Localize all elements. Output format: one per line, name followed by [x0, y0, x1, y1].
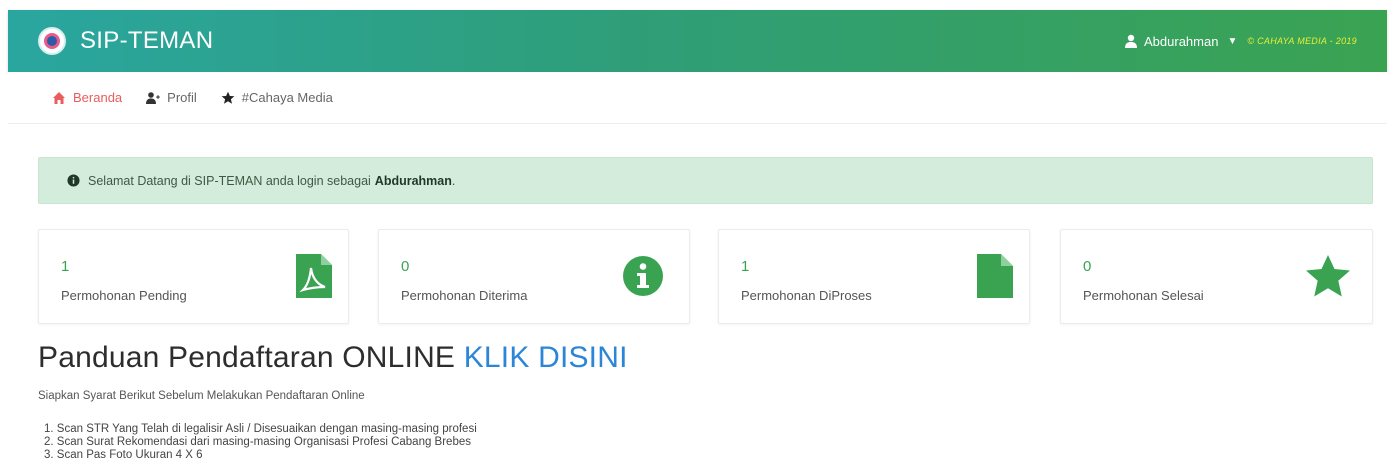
star-icon — [1306, 255, 1350, 297]
stat-count: 0 — [401, 258, 410, 275]
requirements-list: 1. Scan STR Yang Telah di legalisir Asli… — [44, 423, 477, 462]
app-logo-icon[interactable] — [38, 27, 66, 55]
star-icon — [221, 91, 235, 104]
alert-user: Abdurahman — [374, 173, 452, 188]
stat-label: Permohonan Diterima — [401, 288, 528, 303]
guide-heading: Panduan Pendaftaran ONLINE KLIK DISINI — [38, 341, 628, 375]
user-menu[interactable]: Abdurahman ▼ © CAHAYA MEDIA - 2019 — [1124, 34, 1357, 49]
stat-card-pending[interactable]: 1 Permohonan Pending — [38, 229, 349, 324]
copyright-text: © CAHAYA MEDIA - 2019 — [1247, 36, 1357, 46]
stat-count: 1 — [61, 258, 70, 275]
guide-subtitle: Siapkan Syarat Berikut Sebelum Melakukan… — [38, 390, 365, 402]
nav-item-label: Profil — [167, 90, 197, 105]
guide-link[interactable]: KLIK DISINI — [464, 341, 628, 374]
file-pdf-icon — [296, 254, 332, 298]
top-navbar: SIP-TEMAN Abdurahman ▼ © CAHAYA MEDIA - … — [8, 10, 1387, 72]
app-brand[interactable]: SIP-TEMAN — [80, 27, 213, 55]
list-item: 1. Scan STR Yang Telah di legalisir Asli… — [44, 423, 477, 435]
user-plus-icon — [146, 91, 160, 104]
user-icon — [1125, 34, 1137, 48]
stat-count: 0 — [1083, 258, 1092, 275]
stat-label: Permohonan DiProses — [741, 288, 872, 303]
welcome-alert: Selamat Datang di SIP-TEMAN anda login s… — [38, 157, 1373, 204]
main-nav: Beranda Profil #Cahaya Media — [8, 72, 1387, 124]
stat-card-diproses[interactable]: 1 Permohonan DiProses — [718, 229, 1030, 324]
stat-count: 1 — [741, 258, 750, 275]
user-name[interactable]: Abdurahman — [1144, 34, 1218, 49]
list-item: 2. Scan Surat Rekomendasi dari masing-ma… — [44, 436, 471, 448]
stat-card-selesai[interactable]: 0 Permohonan Selesai — [1060, 229, 1373, 324]
stat-label: Permohonan Selesai — [1083, 288, 1204, 303]
guide-title: Panduan Pendaftaran ONLINE — [38, 341, 456, 374]
caret-down-icon[interactable]: ▼ — [1227, 36, 1237, 47]
home-icon — [53, 91, 65, 104]
stat-card-diterima[interactable]: 0 Permohonan Diterima — [378, 229, 690, 324]
info-circle-icon — [67, 174, 80, 187]
alert-suffix: . — [451, 173, 456, 188]
nav-item-cahaya-media[interactable]: #Cahaya Media — [221, 90, 333, 105]
stat-label: Permohonan Pending — [61, 288, 187, 303]
alert-message: Selamat Datang di SIP-TEMAN anda login s… — [88, 173, 371, 188]
nav-item-label: #Cahaya Media — [241, 90, 333, 105]
list-item: 3. Scan Pas Foto Ukuran 4 X 6 — [44, 449, 203, 461]
nav-item-beranda[interactable]: Beranda — [52, 90, 122, 105]
page: SIP-TEMAN Abdurahman ▼ © CAHAYA MEDIA - … — [0, 0, 1395, 473]
nav-item-profil[interactable]: Profil — [146, 90, 197, 105]
info-circle-icon — [623, 256, 663, 296]
file-icon — [977, 254, 1013, 298]
nav-item-label: Beranda — [73, 90, 123, 105]
